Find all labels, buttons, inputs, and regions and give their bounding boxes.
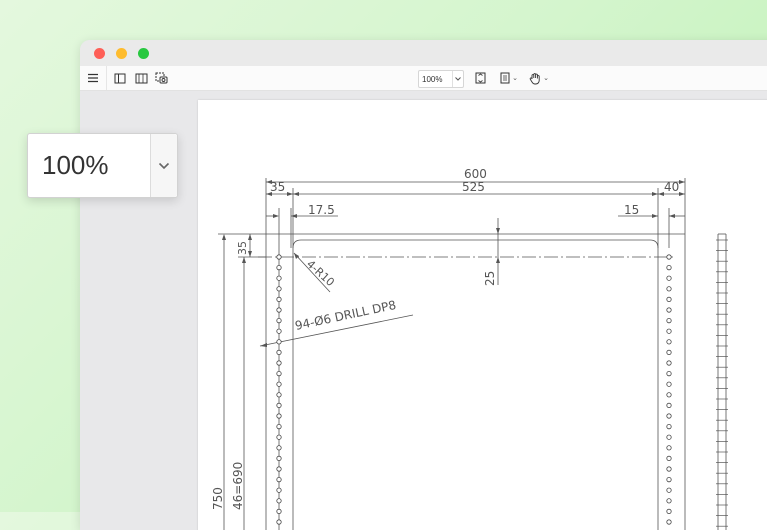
document-viewport[interactable]: 600 525 35 40 17.5 15 35 25 4-R10 94-Ø6 … <box>80 91 767 530</box>
dim-corner-radius: 4-R10 <box>304 258 337 289</box>
dim-total-width: 600 <box>464 167 487 181</box>
zoom-value: 100% <box>422 74 443 84</box>
fit-page-button[interactable] <box>473 70 487 86</box>
app-window: 100% ⌄ ⌄ 600 525 35 40 17.5 15 35 25 4-R… <box>80 40 767 530</box>
drill-hole <box>666 413 672 419</box>
dim-top-margin: 35 <box>236 241 249 255</box>
drill-hole <box>276 392 282 398</box>
camera-icon <box>155 72 167 84</box>
minimize-window-button[interactable] <box>116 48 127 59</box>
drill-hole <box>276 445 282 451</box>
dim-left-margin: 35 <box>270 180 285 194</box>
toolbar-separator <box>106 66 107 90</box>
page-layout-icon <box>500 72 510 84</box>
technical-drawing: 600 525 35 40 17.5 15 35 25 4-R10 94-Ø6 … <box>211 167 728 530</box>
drill-hole <box>276 466 282 472</box>
drill-hole <box>276 434 282 440</box>
map-view-button[interactable] <box>134 70 148 86</box>
chevron-down-icon: ⌄ <box>543 75 549 82</box>
zoom-select[interactable]: 100% <box>418 70 464 88</box>
drill-hole <box>276 296 282 302</box>
hand-icon <box>529 72 540 84</box>
drill-hole <box>276 318 282 324</box>
menu-button[interactable] <box>86 70 100 86</box>
dim-inner-width: 525 <box>462 180 485 194</box>
zoom-callout-value: 100% <box>42 150 109 180</box>
screenshot-button[interactable] <box>154 70 168 86</box>
drill-hole <box>276 498 282 504</box>
drill-hole <box>666 519 672 525</box>
dim-height-total: 750 <box>211 487 225 510</box>
dim-right-margin: 40 <box>664 180 679 194</box>
drill-hole <box>276 328 282 334</box>
drill-hole <box>276 413 282 419</box>
drill-hole <box>666 498 672 504</box>
drill-hole <box>666 466 672 472</box>
drill-hole <box>276 487 282 493</box>
drill-hole <box>276 455 282 461</box>
hamburger-icon <box>88 73 98 83</box>
drill-hole <box>666 328 672 334</box>
dim-hole-pitch: 46=690 <box>231 462 245 510</box>
drill-hole <box>666 370 672 377</box>
drill-hole <box>276 402 282 408</box>
drill-hole <box>666 318 672 324</box>
pan-tool-button[interactable]: ⌄ <box>527 70 551 86</box>
drill-hole <box>276 307 282 313</box>
drill-hole <box>666 339 672 345</box>
drill-hole <box>276 519 282 525</box>
drill-hole <box>666 275 672 281</box>
drill-hole <box>666 487 672 493</box>
drill-hole <box>666 381 672 387</box>
chevron-down-icon: ⌄ <box>512 75 518 82</box>
drill-note: 94-Ø6 DRILL DP8 <box>294 298 398 333</box>
drill-hole <box>666 508 672 514</box>
map-icon <box>135 73 147 83</box>
chevron-down-icon <box>452 71 463 87</box>
drill-hole <box>666 434 672 440</box>
chevron-down-icon <box>150 134 177 197</box>
toolbar: 100% ⌄ ⌄ <box>80 66 767 91</box>
drill-hole <box>276 370 282 377</box>
sidebar-toggle-button[interactable] <box>113 70 127 86</box>
drill-hole <box>666 392 672 398</box>
drill-hole <box>666 349 672 355</box>
drill-hole <box>276 476 282 483</box>
title-bar <box>80 40 767 66</box>
drill-hole <box>276 275 282 281</box>
drill-hole <box>666 455 672 461</box>
drill-hole <box>276 286 282 292</box>
drill-hole <box>666 296 672 302</box>
drill-hole <box>276 508 282 514</box>
close-window-button[interactable] <box>94 48 105 59</box>
dim-rail-offset: 25 <box>483 271 497 286</box>
drill-hole <box>666 307 672 313</box>
drill-hole <box>666 254 672 260</box>
drill-hole <box>666 360 672 366</box>
page-layout-button[interactable]: ⌄ <box>498 70 520 86</box>
drill-hole <box>666 476 672 483</box>
drill-hole <box>276 381 282 387</box>
dim-right-offset: 15 <box>624 203 639 217</box>
zoom-callout-select[interactable]: 100% <box>27 133 178 198</box>
drill-hole <box>276 339 282 345</box>
document-page: 600 525 35 40 17.5 15 35 25 4-R10 94-Ø6 … <box>198 100 767 530</box>
drill-hole <box>276 423 282 430</box>
drill-hole <box>276 254 282 260</box>
fit-page-icon <box>475 72 485 84</box>
maximize-window-button[interactable] <box>138 48 149 59</box>
drill-hole <box>666 402 672 408</box>
drill-hole <box>666 423 672 430</box>
dim-left-offset: 17.5 <box>308 203 335 217</box>
drill-hole <box>276 349 282 355</box>
drill-hole <box>666 265 672 271</box>
drill-hole <box>276 360 282 366</box>
sidebar-icon <box>114 73 126 83</box>
drill-hole <box>666 286 672 292</box>
drill-hole <box>276 265 282 271</box>
drill-hole <box>666 445 672 451</box>
